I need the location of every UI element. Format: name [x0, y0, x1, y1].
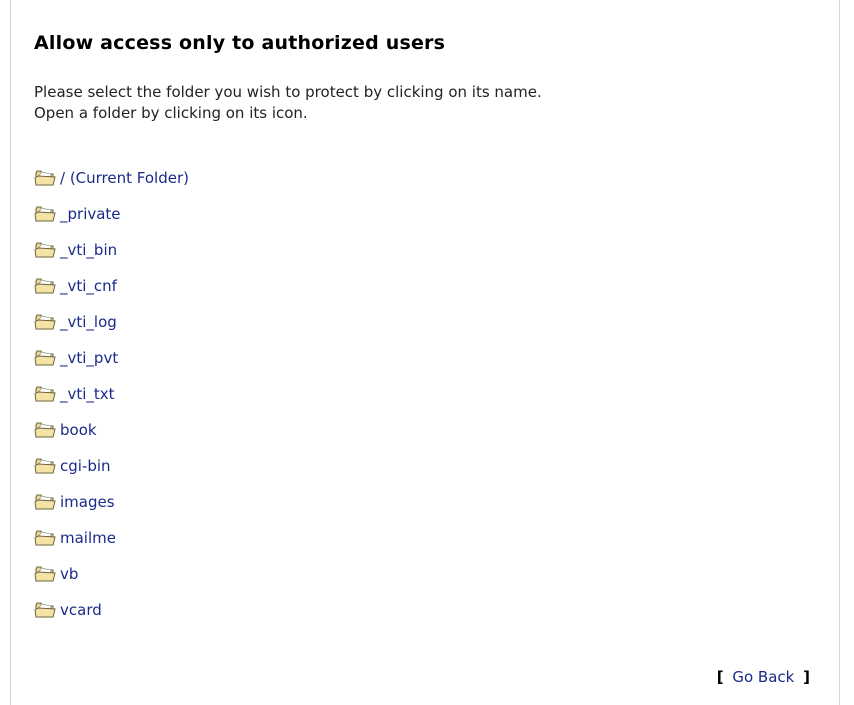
folder-link[interactable]: _vti_bin	[60, 241, 117, 259]
go-back-open-bracket: [	[716, 668, 724, 686]
folder-link[interactable]: cgi-bin	[60, 457, 111, 475]
folder-item: cgi-bin	[34, 448, 189, 484]
folder-icon[interactable]	[34, 492, 56, 512]
folder-icon[interactable]	[34, 420, 56, 440]
folder-link[interactable]: mailme	[60, 529, 116, 547]
go-back-close-bracket: ]	[803, 668, 810, 686]
folder-item: _vti_txt	[34, 376, 189, 412]
go-back-link[interactable]: Go Back	[728, 668, 798, 686]
folder-link[interactable]: book	[60, 421, 97, 439]
folder-item: _vti_bin	[34, 232, 189, 268]
folder-item: _vti_log	[34, 304, 189, 340]
folder-icon[interactable]	[34, 600, 56, 620]
folder-item: / (Current Folder)	[34, 160, 189, 196]
page-title: Allow access only to authorized users	[34, 32, 446, 54]
folder-item: _vti_pvt	[34, 340, 189, 376]
folder-link[interactable]: _private	[60, 205, 121, 223]
folder-icon[interactable]	[34, 564, 56, 584]
folder-icon[interactable]	[34, 240, 56, 260]
folder-icon[interactable]	[34, 168, 56, 188]
folder-icon[interactable]	[34, 384, 56, 404]
instructions-line-2: Open a folder by clicking on its icon.	[34, 104, 308, 122]
folder-link[interactable]: _vti_txt	[60, 385, 115, 403]
folder-link[interactable]: _vti_cnf	[60, 277, 117, 295]
folder-list: / (Current Folder) _private _vti_bin _vti_c…	[34, 160, 189, 628]
folder-item: vcard	[34, 592, 189, 628]
folder-link[interactable]: vcard	[60, 601, 102, 619]
folder-icon[interactable]	[34, 456, 56, 476]
instructions: Please select the folder you wish to pro…	[34, 82, 824, 124]
folder-icon[interactable]	[34, 204, 56, 224]
folder-link[interactable]: images	[60, 493, 115, 511]
folder-item: images	[34, 484, 189, 520]
folder-link[interactable]: _vti_log	[60, 313, 117, 331]
folder-icon[interactable]	[34, 312, 56, 332]
folder-icon[interactable]	[34, 528, 56, 548]
folder-item: book	[34, 412, 189, 448]
folder-link[interactable]: vb	[60, 565, 78, 583]
folder-item: _private	[34, 196, 189, 232]
go-back-container: [ Go Back ]	[717, 668, 810, 686]
folder-item: mailme	[34, 520, 189, 556]
folder-link[interactable]: / (Current Folder)	[60, 169, 189, 187]
folder-link[interactable]: _vti_pvt	[60, 349, 118, 367]
folder-item: _vti_cnf	[34, 268, 189, 304]
folder-icon[interactable]	[34, 276, 56, 296]
instructions-line-1: Please select the folder you wish to pro…	[34, 83, 542, 101]
folder-icon[interactable]	[34, 348, 56, 368]
folder-item: vb	[34, 556, 189, 592]
